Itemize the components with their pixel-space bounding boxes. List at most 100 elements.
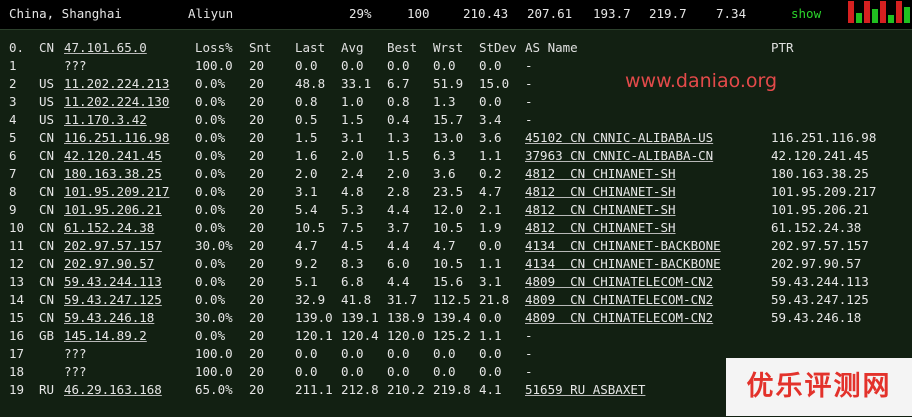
hop-loss: 100.0: [195, 364, 233, 379]
hop-avg: 5.3: [341, 202, 364, 217]
hop-worst: 15.7: [433, 112, 464, 127]
hop-country: CN: [39, 184, 55, 199]
sparkline-bar: [888, 15, 894, 23]
header-best: Best: [387, 40, 418, 55]
hop-ip[interactable]: 180.163.38.25: [64, 165, 162, 183]
hop-loss: 0.0%: [195, 274, 226, 289]
hop-country: CN: [39, 130, 55, 145]
hop-last: 9.2: [295, 256, 318, 271]
hop-number: 6: [9, 148, 17, 163]
header-target-ip[interactable]: 47.101.65.0: [64, 39, 147, 57]
hop-worst: 112.5: [433, 292, 471, 307]
hop-avg: 8.3: [341, 256, 364, 271]
hop-ip[interactable]: 11.202.224.213: [64, 75, 169, 93]
hop-worst: 3.6: [433, 166, 456, 181]
hop-last: 120.1: [295, 328, 333, 343]
hop-number: 4: [9, 112, 17, 127]
hop-ip[interactable]: 42.120.241.45: [64, 147, 162, 165]
hop-ip[interactable]: 11.170.3.42: [64, 111, 147, 129]
hop-last: 0.5: [295, 112, 318, 127]
hop-last: 1.6: [295, 148, 318, 163]
hop-stdev: 4.1: [479, 382, 502, 397]
hop-as-name[interactable]: 4134 CN CHINANET-BACKBONE: [525, 255, 721, 273]
hop-loss: 0.0%: [195, 112, 226, 127]
hop-best: 6.0: [387, 256, 410, 271]
hop-sent: 20: [249, 310, 265, 325]
hop-ip[interactable]: 202.97.90.57: [64, 255, 154, 273]
hop-stdev: 0.0: [479, 310, 502, 325]
hop-as-name[interactable]: 51659 RU ASBAXET: [525, 381, 645, 399]
hop-worst: 139.4: [433, 310, 471, 325]
hop-loss: 0.0%: [195, 328, 226, 343]
hop-as-name[interactable]: 45102 CN CNNIC-ALIBABA-US: [525, 129, 713, 147]
hop-ip[interactable]: 101.95.206.21: [64, 201, 162, 219]
hop-sent: 20: [249, 238, 265, 253]
header-ptr: PTR: [771, 40, 794, 55]
header-stdev: StDev: [479, 40, 517, 55]
hop-last: 139.0: [295, 310, 333, 325]
hop-best: 1.5: [387, 148, 410, 163]
header-last: Last: [295, 40, 326, 55]
hop-last: 211.1: [295, 382, 333, 397]
show-button[interactable]: show: [791, 6, 821, 21]
table-row: 14 CN 59.43.247.125 0.0% 20 32.9 41.8 31.7 112.5…: [0, 291, 912, 309]
hop-stdev: 1.1: [479, 328, 502, 343]
table-row: 13 CN 59.43.244.113 0.0% 20 5.1 6.8 4.4 15.6 3.1 4…: [0, 273, 912, 291]
hop-ip[interactable]: 61.152.24.38: [64, 219, 154, 237]
hop-country: CN: [39, 256, 55, 271]
hop-stdev: 3.6: [479, 130, 502, 145]
hop-worst: 4.7: [433, 238, 456, 253]
location-label: China, Shanghai: [9, 6, 122, 21]
hop-as-name[interactable]: 4812 CN CHINANET-SH: [525, 219, 676, 237]
hop-ptr: 61.152.24.38: [771, 220, 862, 235]
hop-best: 0.4: [387, 112, 410, 127]
hop-country: CN: [39, 166, 55, 181]
table-row: 16 GB 145.14.89.2 0.0% 20 120.1 120.4 120.0 125.…: [0, 327, 912, 345]
sparkline-bar: [864, 1, 870, 23]
hop-number: 12: [9, 256, 25, 271]
hop-as-name[interactable]: 4812 CN CHINANET-SH: [525, 183, 676, 201]
hop-ip[interactable]: 116.251.116.98: [64, 129, 169, 147]
hop-worst: 6.3: [433, 148, 456, 163]
hop-as-name: -: [525, 328, 533, 343]
hop-ip[interactable]: 11.202.224.130: [64, 93, 169, 111]
hop-number: 15: [9, 310, 25, 325]
hop-number: 1: [9, 58, 17, 73]
hop-as-name[interactable]: 4809 CN CHINATELECOM-CN2: [525, 273, 713, 291]
summary-bar: China, Shanghai Aliyun 29% 100 210.43 20…: [0, 0, 912, 24]
hop-ip[interactable]: 202.97.57.157: [64, 237, 162, 255]
hop-best: 31.7: [387, 292, 418, 307]
latency-sparkline: [848, 1, 912, 23]
hop-as-name[interactable]: 4812 CN CHINANET-SH: [525, 201, 676, 219]
hop-number: 14: [9, 292, 25, 307]
hop-as-name[interactable]: 4809 CN CHINATELECOM-CN2: [525, 291, 713, 309]
hop-ip[interactable]: 145.14.89.2: [64, 327, 147, 345]
sparkline-bar: [896, 1, 902, 23]
hop-best: 2.8: [387, 184, 410, 199]
hop-country: CN: [39, 148, 55, 163]
hop-ip[interactable]: 59.43.244.113: [64, 273, 162, 291]
hop-last: 0.0: [295, 58, 318, 73]
hop-sent: 20: [249, 256, 265, 271]
hop-stdev: 3.4: [479, 112, 502, 127]
hop-ptr: 202.97.57.157: [771, 238, 869, 253]
hop-country: US: [39, 76, 55, 91]
hop-as-name[interactable]: 4809 CN CHINATELECOM-CN2: [525, 309, 713, 327]
table-row: 7 CN 180.163.38.25 0.0% 20 2.0 2.4 2.0 3.6 0.2 481…: [0, 165, 912, 183]
hop-country: CN: [39, 238, 55, 253]
hop-stdev: 3.1: [479, 274, 502, 289]
hop-ip[interactable]: 101.95.209.217: [64, 183, 169, 201]
hop-as-name[interactable]: 4812 CN CHINANET-SH: [525, 165, 676, 183]
hop-sent: 20: [249, 292, 265, 307]
hop-worst: 219.8: [433, 382, 471, 397]
hop-ip[interactable]: 59.43.247.125: [64, 291, 162, 309]
hop-stdev: 1.1: [479, 148, 502, 163]
hop-avg: 1.5: [341, 112, 364, 127]
hop-as-name[interactable]: 37963 CN CNNIC-ALIBABA-CN: [525, 147, 713, 165]
hop-ip[interactable]: 59.43.246.18: [64, 309, 154, 327]
hop-best: 6.7: [387, 76, 410, 91]
hop-best: 138.9: [387, 310, 425, 325]
hop-as-name[interactable]: 4134 CN CHINANET-BACKBONE: [525, 237, 721, 255]
hop-ip[interactable]: 46.29.163.168: [64, 381, 162, 399]
table-row: 8 CN 101.95.209.217 0.0% 20 3.1 4.8 2.8 23.5 4.7 4…: [0, 183, 912, 201]
